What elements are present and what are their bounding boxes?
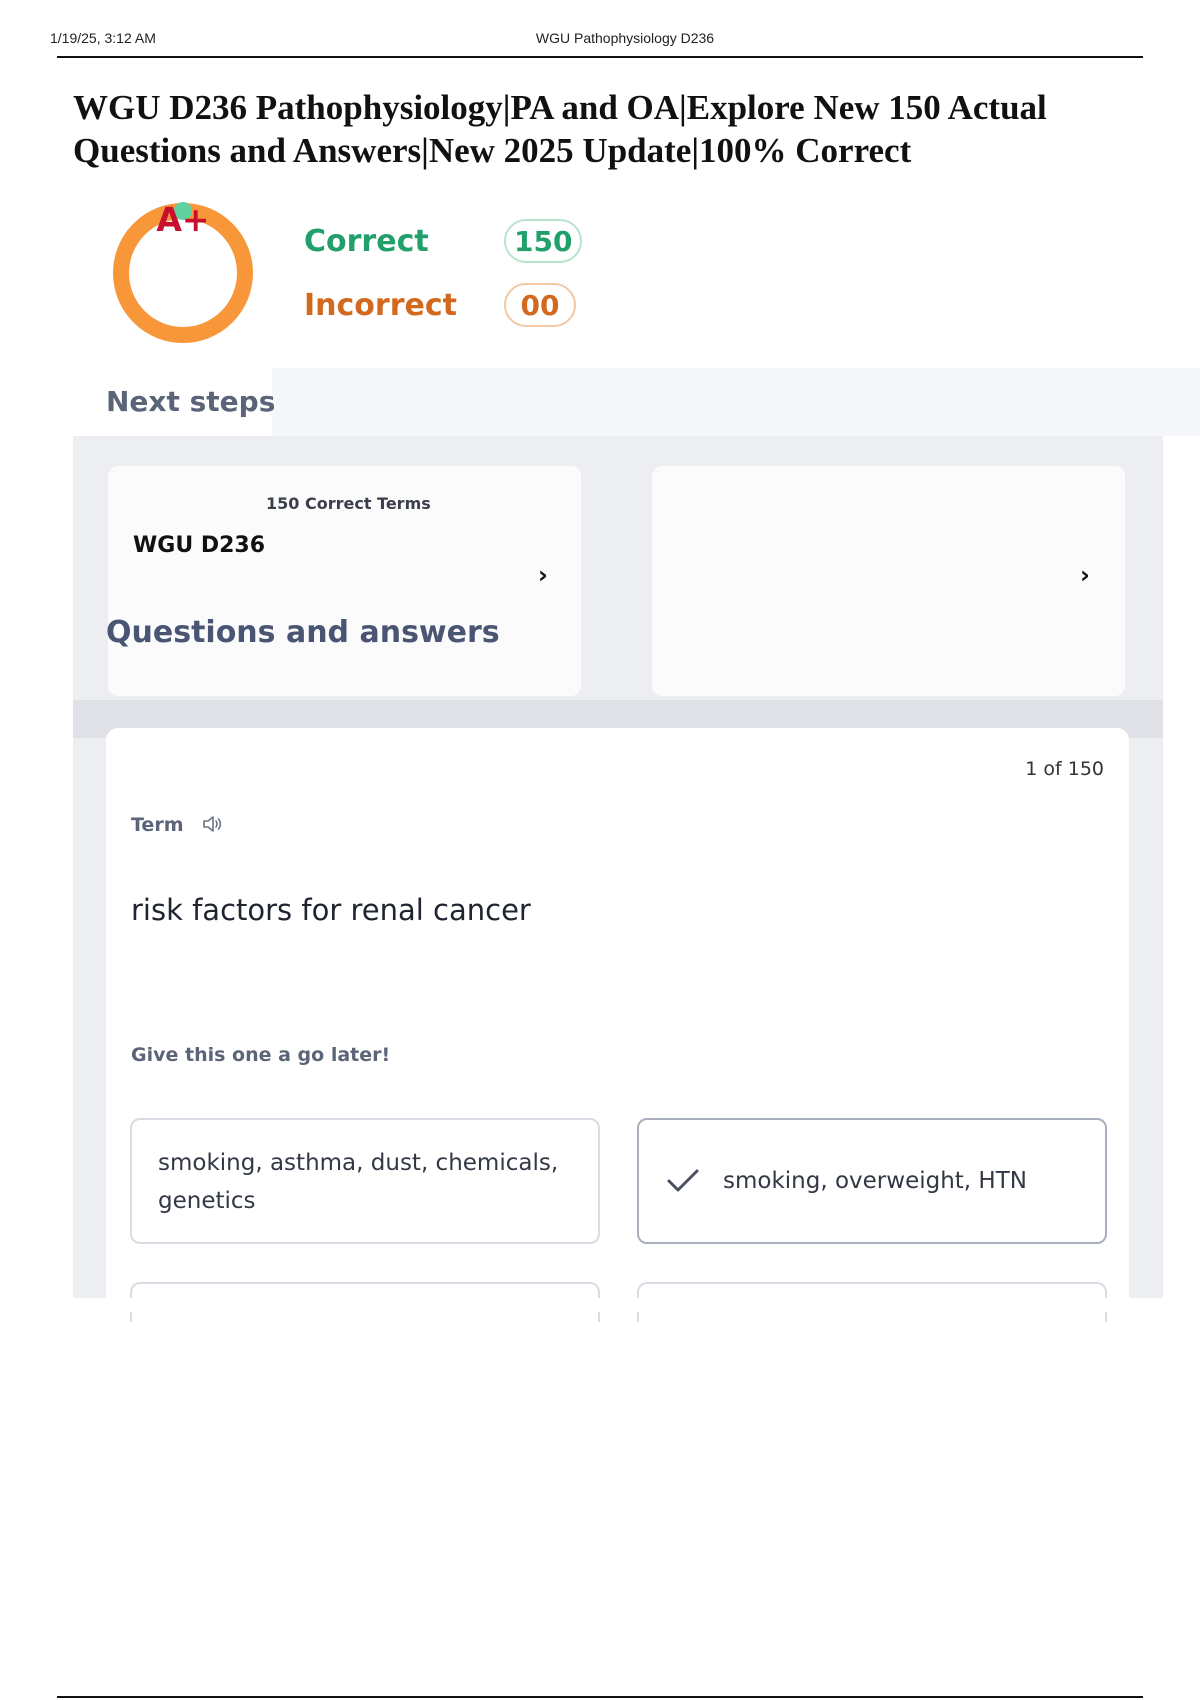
study-set-card[interactable]: 150 Correct Terms WGU D236 › bbox=[108, 466, 581, 696]
term-text: risk factors for renal cancer bbox=[131, 893, 531, 927]
set-term-count: 150 Correct Terms bbox=[266, 494, 431, 513]
answer-option-text: smoking, overweight, HTN bbox=[723, 1168, 1027, 1194]
score-ring: A+ bbox=[110, 200, 260, 350]
print-header: 1/19/25, 3:12 AM WGU Pathophysiology D23… bbox=[0, 0, 1200, 60]
print-title: WGU Pathophysiology D236 bbox=[535, 30, 715, 46]
footer-rule bbox=[57, 1696, 1143, 1698]
page-crop bbox=[106, 1298, 1129, 1312]
chevron-right-icon[interactable]: › bbox=[1080, 561, 1090, 589]
next-steps-band bbox=[272, 368, 1200, 436]
incorrect-label: Incorrect bbox=[304, 287, 457, 323]
answer-option-selected[interactable]: smoking, overweight, HTN bbox=[637, 1118, 1107, 1244]
grade-badge: A+ bbox=[156, 200, 210, 239]
header-rule bbox=[57, 56, 1143, 58]
correct-row: Correct 150 bbox=[304, 218, 583, 264]
check-icon bbox=[667, 1169, 699, 1192]
answer-option[interactable]: smoking, asthma, dust, chemicals, geneti… bbox=[130, 1118, 600, 1244]
correct-count-badge: 150 bbox=[504, 219, 583, 263]
answer-option-text: smoking, asthma, dust, chemicals, geneti… bbox=[158, 1150, 559, 1214]
speaker-icon[interactable] bbox=[200, 812, 224, 836]
correct-label: Correct bbox=[304, 223, 429, 259]
next-step-card[interactable]: › bbox=[652, 466, 1125, 696]
questions-answers-title: Questions and answers bbox=[106, 615, 500, 650]
term-label: Term bbox=[131, 814, 184, 836]
next-steps-heading: Next steps bbox=[106, 385, 276, 418]
flashcard: 1 of 150 Term risk factors for renal can… bbox=[106, 728, 1129, 1322]
later-prompt: Give this one a go later! bbox=[131, 1044, 391, 1066]
document-heading: WGU D236 Pathophysiology|PA and OA|Explo… bbox=[73, 88, 1047, 170]
incorrect-count-badge: 00 bbox=[504, 283, 576, 327]
incorrect-row: Incorrect 00 bbox=[304, 282, 576, 328]
set-name: WGU D236 bbox=[133, 533, 266, 558]
card-progress: 1 of 150 bbox=[1025, 758, 1104, 780]
chevron-right-icon[interactable]: › bbox=[538, 561, 548, 589]
